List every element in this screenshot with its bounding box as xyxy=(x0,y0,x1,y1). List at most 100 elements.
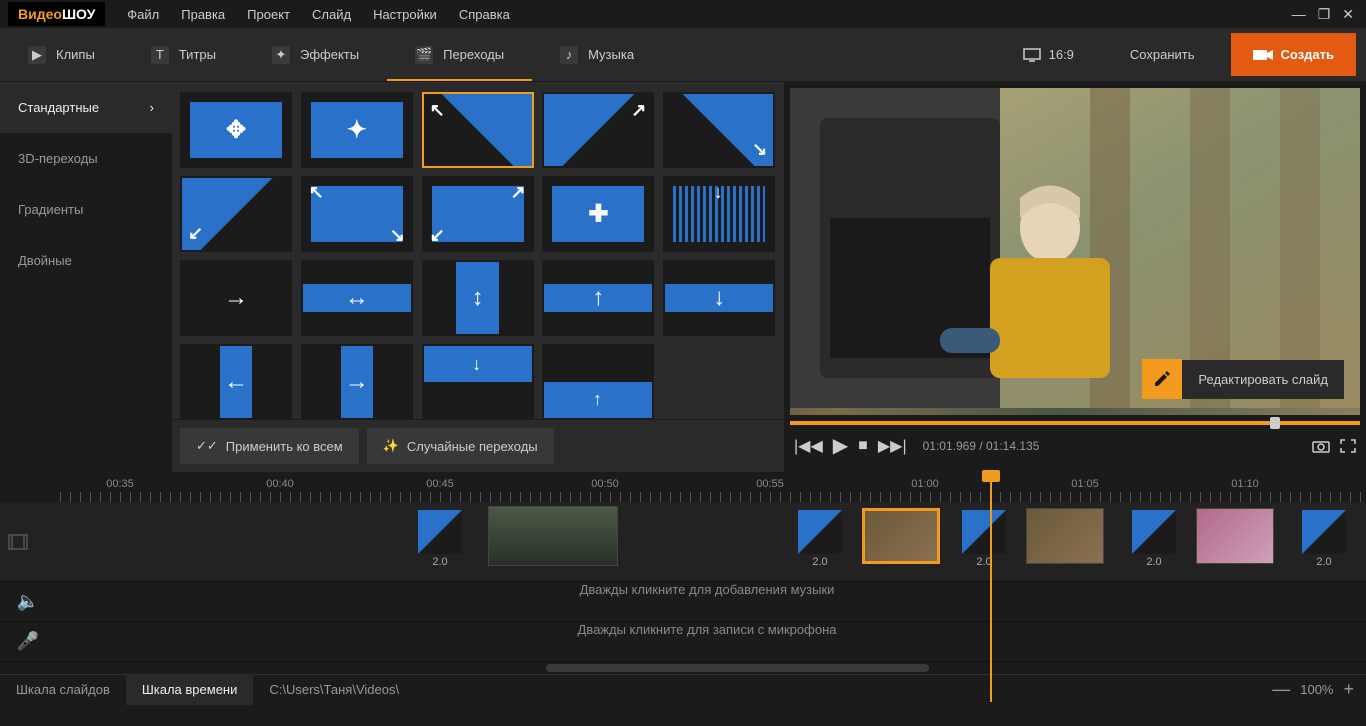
ruler-tick: 00:35 xyxy=(90,478,150,490)
wand-icon: ✨ xyxy=(383,438,399,454)
arrow-icon: ↔ xyxy=(345,284,369,312)
mic-track[interactable]: 🎤 Дважды кликните для записи с микрофона xyxy=(0,622,1366,662)
transition-thumb[interactable]: ✥ xyxy=(180,92,292,168)
transition-clip[interactable]: 2.0 xyxy=(1302,510,1346,560)
menu-edit[interactable]: Правка xyxy=(171,3,235,26)
toolbar: ▶ Клипы T Титры ✦ Эффекты 🎬 Переходы ♪ М… xyxy=(0,28,1366,82)
transition-thumb[interactable]: → xyxy=(301,344,413,419)
music-track[interactable]: 🔈 Дважды кликните для добавления музыки xyxy=(0,582,1366,622)
zoom-controls: — 100% + xyxy=(1272,679,1366,700)
menu-help[interactable]: Справка xyxy=(449,3,520,26)
cat-3d[interactable]: 3D-переходы xyxy=(0,133,172,184)
arrow-icon: → xyxy=(345,368,369,396)
text-icon: T xyxy=(151,46,169,64)
menu-slide[interactable]: Слайд xyxy=(302,3,361,26)
transition-thumb[interactable]: ↙ xyxy=(180,176,292,252)
save-button[interactable]: Сохранить xyxy=(1110,37,1215,72)
transition-clip[interactable]: 2.0 xyxy=(418,510,462,560)
button-label: Применить ко всем xyxy=(226,439,343,454)
prev-button[interactable]: |◀◀ xyxy=(794,436,823,456)
transition-thumb-selected[interactable]: ↖ xyxy=(422,92,534,168)
arrow-icon: ← xyxy=(224,368,248,396)
timeline-ruler[interactable]: 00:35 00:40 00:45 00:50 00:55 01:00 01:0… xyxy=(0,472,1366,502)
arrow-icon: ↗ xyxy=(511,182,526,203)
zoom-in-button[interactable]: + xyxy=(1343,679,1354,700)
time-display: 01:01.969 / 01:14.135 xyxy=(923,439,1040,453)
transition-thumb[interactable]: ↗ xyxy=(542,92,654,168)
monitor-icon xyxy=(1023,48,1041,62)
zoom-out-button[interactable]: — xyxy=(1272,679,1290,700)
tab-label: Музыка xyxy=(588,47,634,62)
apply-all-button[interactable]: ✓✓ Применить ко всем xyxy=(180,428,359,464)
progress-handle[interactable] xyxy=(1270,417,1280,429)
cat-standard[interactable]: Стандартные › xyxy=(0,82,172,133)
transition-thumb[interactable]: ↕ xyxy=(422,260,534,336)
transition-thumb[interactable]: ← xyxy=(180,344,292,419)
footer-tab-time[interactable]: Шкала времени xyxy=(126,674,254,705)
menu-settings[interactable]: Настройки xyxy=(363,3,447,26)
tab-clips[interactable]: ▶ Клипы xyxy=(0,28,123,81)
arrow-icon: ↗ xyxy=(631,100,646,121)
tab-titles[interactable]: T Титры xyxy=(123,28,244,81)
arrow-icon: ↕ xyxy=(472,284,484,312)
stop-button[interactable]: ■ xyxy=(858,437,868,455)
transition-thumb[interactable]: ↑ xyxy=(542,344,654,419)
transition-thumb[interactable]: ✦ xyxy=(301,92,413,168)
edit-slide-button[interactable]: Редактировать слайд xyxy=(1142,359,1344,399)
transition-thumb[interactable]: ↔ xyxy=(301,260,413,336)
transition-thumb[interactable]: ✚ xyxy=(542,176,654,252)
arrow-icon: ↘ xyxy=(752,139,767,160)
cat-gradients[interactable]: Градиенты xyxy=(0,184,172,235)
random-transitions-button[interactable]: ✨ Случайные переходы xyxy=(367,428,554,464)
close-icon[interactable]: ✕ xyxy=(1342,6,1354,23)
edit-slide-label: Редактировать слайд xyxy=(1182,360,1344,399)
camera-icon xyxy=(1253,48,1273,62)
app-logo: ВидеоШОУ xyxy=(8,2,105,26)
create-button[interactable]: Создать xyxy=(1231,33,1356,76)
scrollbar-thumb[interactable] xyxy=(546,664,928,672)
minimize-icon[interactable]: — xyxy=(1292,6,1306,23)
transition-clip[interactable]: 2.0 xyxy=(798,510,842,560)
transition-thumb[interactable]: ↘ xyxy=(663,92,775,168)
fullscreen-button[interactable] xyxy=(1340,439,1356,453)
arrow-icon: ↙ xyxy=(430,225,445,246)
aspect-ratio[interactable]: 16:9 xyxy=(1003,47,1094,62)
titlebar: ВидеоШОУ Файл Правка Проект Слайд Настро… xyxy=(0,0,1366,28)
tab-music[interactable]: ♪ Музыка xyxy=(532,28,662,81)
cat-double[interactable]: Двойные xyxy=(0,235,172,286)
video-clip-selected[interactable] xyxy=(862,508,940,564)
transition-thumb[interactable]: ↓ xyxy=(663,260,775,336)
preview-viewport[interactable]: Редактировать слайд xyxy=(790,88,1360,415)
timeline-scrollbar[interactable] xyxy=(0,662,1366,674)
ruler-tick: 01:10 xyxy=(1215,478,1275,490)
maximize-icon[interactable]: ❐ xyxy=(1318,6,1331,23)
footer-tab-slides[interactable]: Шкала слайдов xyxy=(0,674,126,705)
transition-clip[interactable]: 2.0 xyxy=(1132,510,1176,560)
video-track[interactable]: 2.0 2.0 2.0 2.0 2.0 xyxy=(0,502,1366,582)
tab-effects[interactable]: ✦ Эффекты xyxy=(244,28,387,81)
video-clip[interactable] xyxy=(1196,508,1274,564)
button-label: Случайные переходы xyxy=(407,439,538,454)
tab-label: Переходы xyxy=(443,47,504,62)
transition-thumb[interactable]: ↗↙ xyxy=(422,176,534,252)
playhead[interactable] xyxy=(990,472,992,702)
tab-transitions[interactable]: 🎬 Переходы xyxy=(387,28,532,81)
transition-thumb[interactable]: ↓ xyxy=(422,344,534,419)
mic-icon: 🎤 xyxy=(8,631,48,652)
preview-progress[interactable] xyxy=(790,421,1360,425)
play-button[interactable]: ▶ xyxy=(833,433,848,458)
clip-duration: 2.0 xyxy=(798,556,842,568)
video-clip[interactable] xyxy=(1026,508,1104,564)
transition-thumb[interactable]: ↑ xyxy=(542,260,654,336)
menu-project[interactable]: Проект xyxy=(237,3,300,26)
clapboard-icon: 🎬 xyxy=(415,46,433,64)
video-clip[interactable] xyxy=(488,506,618,566)
menu-file[interactable]: Файл xyxy=(117,3,169,26)
tab-label: Эффекты xyxy=(300,47,359,62)
transition-clip[interactable]: 2.0 xyxy=(962,510,1006,560)
next-button[interactable]: ▶▶| xyxy=(878,436,907,456)
snapshot-button[interactable] xyxy=(1312,439,1330,453)
transition-thumb[interactable]: → xyxy=(180,260,292,336)
transition-thumb[interactable]: ↓ xyxy=(663,176,775,252)
transition-thumb[interactable]: ↖↘ xyxy=(301,176,413,252)
